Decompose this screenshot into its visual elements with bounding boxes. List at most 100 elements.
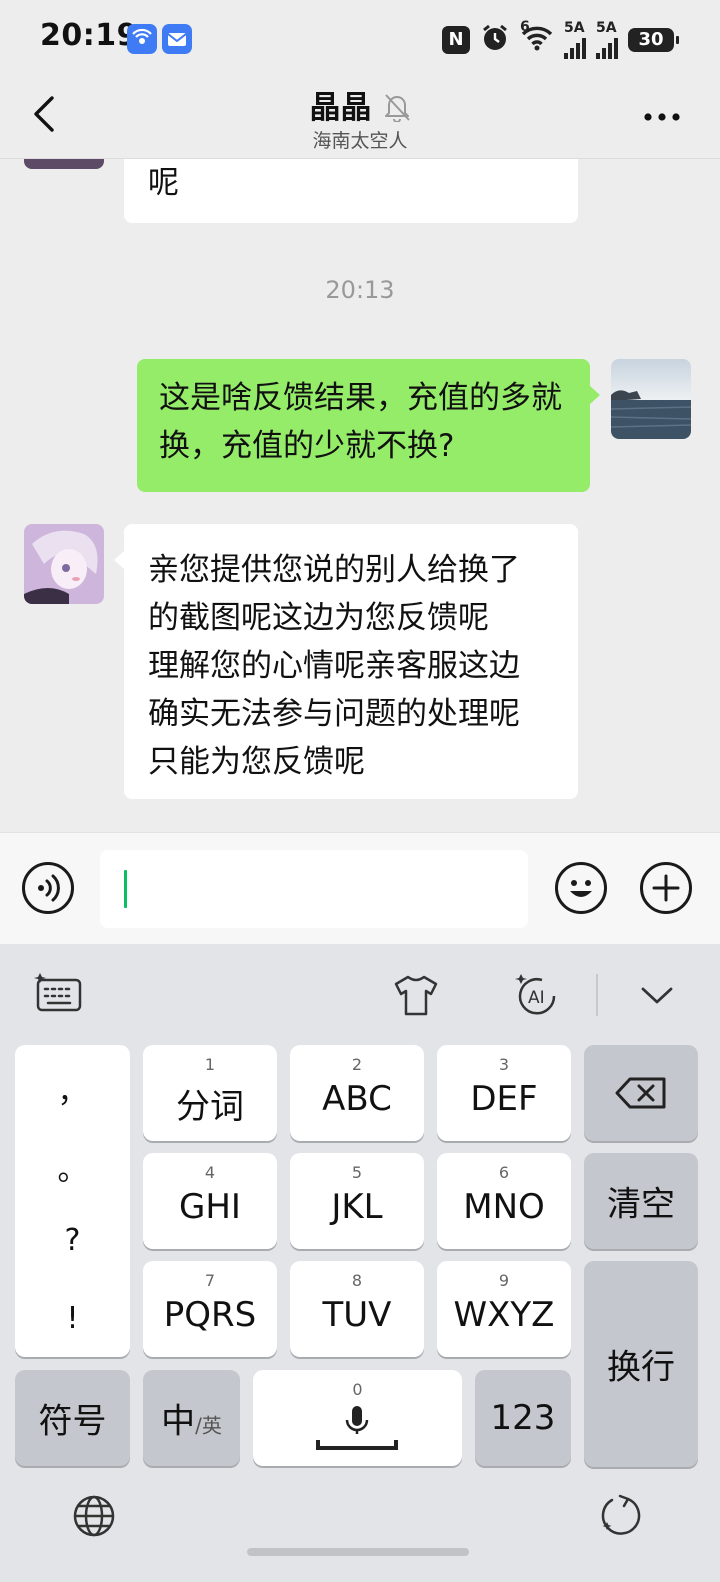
key-number: 8 bbox=[351, 1271, 363, 1290]
key-6[interactable]: 6 MNO bbox=[437, 1153, 571, 1249]
home-indicator[interactable] bbox=[247, 1548, 469, 1556]
chat-title: 晶晶 bbox=[309, 90, 372, 126]
message-list[interactable]: 呢 20:13 这是啥反馈结果，充值的多就换，充值的少就不换? 亲您提供您说的别… bbox=[0, 159, 720, 832]
mail-icon bbox=[162, 24, 192, 54]
key-label: MNO bbox=[463, 1187, 545, 1227]
emoji-icon bbox=[570, 880, 592, 897]
key-label: 123 bbox=[490, 1398, 556, 1438]
key-number: 5 bbox=[351, 1163, 363, 1182]
hotspot-icon bbox=[127, 24, 157, 54]
backspace-icon bbox=[615, 1077, 666, 1109]
message-text: 呢 bbox=[148, 165, 179, 201]
received-message-bubble[interactable]: 亲您提供您说的别人给换了 的截图呢这边为您反馈呢 理解您的心情呢亲客服这边 确实… bbox=[124, 524, 578, 799]
alarm-icon bbox=[480, 23, 510, 57]
message-text: 这是啥反馈结果，充值的多就换，充值的少就不换? bbox=[159, 380, 562, 464]
punctuation-column[interactable]: ， 。 ? ! bbox=[15, 1045, 130, 1357]
key-number: 9 bbox=[498, 1271, 510, 1290]
key-label: DEF bbox=[470, 1079, 538, 1119]
tshirt-icon bbox=[394, 975, 438, 1016]
key-number: 1 bbox=[204, 1055, 216, 1074]
key-label: JKL bbox=[331, 1187, 383, 1227]
text-caret bbox=[124, 870, 127, 908]
key-label: 中/英 bbox=[143, 1394, 240, 1443]
lang-main: 中 bbox=[161, 1401, 196, 1442]
signal-strength-icon: 5A bbox=[564, 21, 586, 59]
space-key[interactable]: 0 bbox=[253, 1370, 462, 1466]
lang-sub: /英 bbox=[195, 1413, 222, 1438]
key-8[interactable]: 8 TUV bbox=[290, 1261, 424, 1357]
ai-icon: AI bbox=[515, 974, 556, 1015]
sent-message-bubble[interactable]: 这是啥反馈结果，充值的多就换，充值的少就不换? bbox=[137, 359, 590, 492]
nfc-icon: N bbox=[442, 26, 470, 54]
keyboard: AI ， 。 ? ! 1 分词 2 ABC 3 DEF 4 GHI 5 JKL … bbox=[0, 944, 720, 1582]
punct-period[interactable]: 。 bbox=[15, 1145, 130, 1189]
keyboard-toolbar: AI bbox=[0, 944, 720, 1044]
mute-bell-icon bbox=[383, 92, 411, 126]
voice-icon bbox=[38, 874, 60, 902]
message-line: 的截图呢这边为您反馈呢 bbox=[148, 600, 489, 636]
ai-assistant-button[interactable]: AI bbox=[512, 970, 562, 1020]
chat-subtitle: 海南太空人 bbox=[312, 130, 408, 152]
keyboard-settings-button[interactable] bbox=[34, 970, 84, 1020]
voice-input-button[interactable] bbox=[22, 862, 74, 914]
key-3[interactable]: 3 DEF bbox=[437, 1045, 571, 1141]
message-input[interactable] bbox=[100, 850, 528, 928]
status-time: 20:19 bbox=[40, 18, 138, 53]
bubble-tail bbox=[590, 386, 600, 404]
emoji-button[interactable] bbox=[555, 862, 607, 914]
battery-icon: 30 bbox=[628, 28, 679, 52]
contact-avatar[interactable] bbox=[24, 159, 104, 169]
more-features-button[interactable] bbox=[640, 862, 692, 914]
chat-header: 晶晶 海南太空人 bbox=[0, 80, 720, 159]
punct-comma[interactable]: ， bbox=[15, 1067, 130, 1111]
title-area: 晶晶 bbox=[0, 82, 720, 127]
toolbar-divider bbox=[596, 974, 598, 1016]
key-label: PQRS bbox=[163, 1295, 257, 1335]
key-number: 6 bbox=[498, 1163, 510, 1182]
svg-text:AI: AI bbox=[528, 988, 545, 1008]
key-5[interactable]: 5 JKL bbox=[290, 1153, 424, 1249]
globe-icon bbox=[73, 1495, 115, 1537]
bubble-tail bbox=[114, 551, 124, 569]
message-line: 理解您的心情呢亲客服这边 bbox=[148, 648, 520, 684]
language-toggle-key[interactable]: 中/英 bbox=[143, 1370, 240, 1466]
key-7[interactable]: 7 PQRS bbox=[143, 1261, 277, 1357]
key-number: 7 bbox=[204, 1271, 216, 1290]
punct-exclaim[interactable]: ! bbox=[15, 1301, 130, 1336]
key-label: 换行 bbox=[607, 1347, 675, 1388]
input-bar bbox=[0, 832, 720, 945]
more-options-button[interactable] bbox=[642, 108, 682, 121]
more-icon bbox=[644, 113, 680, 121]
ai-refresh-button[interactable] bbox=[598, 1492, 646, 1540]
contact-avatar[interactable] bbox=[24, 524, 104, 604]
plus-icon bbox=[652, 874, 680, 902]
key-9[interactable]: 9 WXYZ bbox=[437, 1261, 571, 1357]
hide-keyboard-button[interactable] bbox=[632, 970, 682, 1020]
enter-key[interactable]: 换行 bbox=[584, 1261, 698, 1467]
key-4[interactable]: 4 GHI bbox=[143, 1153, 277, 1249]
key-label: 分词 bbox=[176, 1087, 244, 1127]
punct-question[interactable]: ? bbox=[15, 1223, 130, 1258]
key-number: 3 bbox=[498, 1055, 510, 1074]
my-avatar[interactable] bbox=[611, 359, 691, 439]
key-label: 符号 bbox=[38, 1401, 107, 1442]
key-label: 清空 bbox=[607, 1184, 675, 1225]
clear-key[interactable]: 清空 bbox=[584, 1153, 698, 1249]
message-line: 亲您提供您说的别人给换了 bbox=[148, 552, 520, 588]
message-timestamp: 20:13 bbox=[325, 276, 395, 304]
backspace-key[interactable] bbox=[584, 1045, 698, 1141]
key-2[interactable]: 2 ABC bbox=[290, 1045, 424, 1141]
received-message-bubble[interactable]: 呢 bbox=[124, 159, 578, 223]
keyboard-skin-button[interactable] bbox=[391, 970, 441, 1020]
key-1[interactable]: 1 分词 bbox=[143, 1045, 277, 1141]
key-label: TUV bbox=[322, 1295, 392, 1335]
globe-button[interactable] bbox=[70, 1492, 118, 1540]
microphone-icon bbox=[316, 1406, 398, 1450]
status-indicators: N 6 5A 5A 30 bbox=[442, 20, 679, 59]
numbers-key[interactable]: 123 bbox=[475, 1370, 571, 1466]
key-label: ABC bbox=[322, 1079, 392, 1119]
chevron-down-icon bbox=[641, 987, 673, 1004]
symbols-key[interactable]: 符号 bbox=[15, 1370, 130, 1466]
keyboard-icon bbox=[34, 973, 82, 1012]
key-label: WXYZ bbox=[453, 1295, 555, 1335]
